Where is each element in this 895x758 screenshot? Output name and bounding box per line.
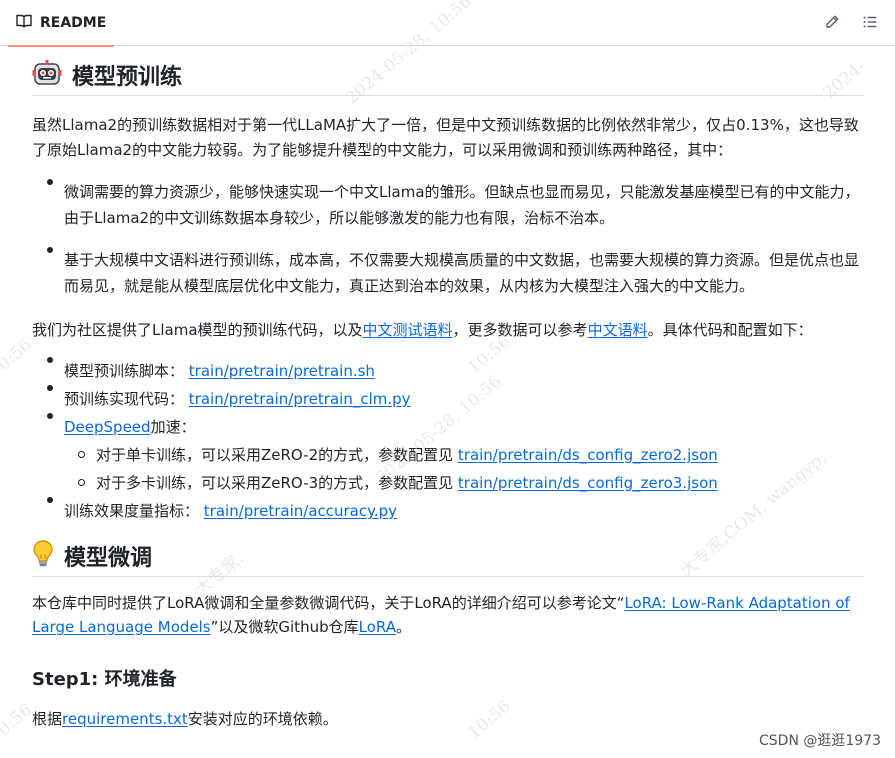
section-title: 模型微调 <box>64 545 153 571</box>
resources-text: 。具体代码和配置如下： <box>647 321 813 339</box>
chinese-corpus-link[interactable]: 中文语料 <box>588 321 648 339</box>
requirements-link[interactable]: requirements.txt <box>62 710 188 728</box>
step1-text: 根据 <box>32 710 63 728</box>
list-item: DeepSpeed加速： 对于单卡训练，可以采用ZeRO-2的方式，参数配置见 … <box>32 413 864 497</box>
readme-tab[interactable]: README <box>8 0 115 47</box>
step1-paragraph: 根据requirements.txt安装对应的环境依赖。 <box>32 707 864 732</box>
accuracy-link[interactable]: train/pretrain/accuracy.py <box>204 502 397 520</box>
code-list: 模型预训练脚本： train/pretrain/pretrain.sh 预训练实… <box>32 357 864 525</box>
csdn-credit: CSDN @逛逛1973 <box>759 733 881 749</box>
finetune-text: ”以及微软Github仓库 <box>210 618 359 636</box>
item-label: 对于多卡训练，可以采用ZeRO-3的方式，参数配置见 <box>96 474 458 492</box>
list-item: 训练效果度量指标： train/pretrain/accuracy.py <box>32 497 864 525</box>
finetune-text: 本仓库中同时提供了LoRA微调和全量参数微调代码，关于LoRA的详细介绍可以参考… <box>32 594 625 612</box>
approach-list: 微调需要的算力资源少，能够快速实现一个中文Llama的雏形。但缺点也显而易见，只… <box>32 179 864 299</box>
item-label: 加速： <box>150 418 196 436</box>
item-label: 模型预训练脚本： <box>64 362 185 380</box>
robot-face-icon <box>32 58 62 92</box>
intro-paragraph: 虽然Llama2的预训练数据相对于第一代LLaMA扩大了一倍，但是中文预训练数据… <box>32 116 859 159</box>
item-label: 训练效果度量指标： <box>64 502 200 520</box>
section-heading-pretrain: 模型预训练 <box>32 56 864 96</box>
list-item: 模型预训练脚本： train/pretrain/pretrain.sh <box>32 357 864 385</box>
list-item: 预训练实现代码： train/pretrain/pretrain_clm.py <box>32 385 864 413</box>
ds-config-zero2-link[interactable]: train/pretrain/ds_config_zero2.json <box>458 446 718 464</box>
chinese-test-corpus-link[interactable]: 中文测试语料 <box>363 321 453 339</box>
step1-heading: Step1: 环境准备 <box>32 669 177 690</box>
light-bulb-icon <box>32 539 54 573</box>
item-label: 预训练实现代码： <box>64 390 185 408</box>
pretrain-clm-link[interactable]: train/pretrain/pretrain_clm.py <box>189 390 411 408</box>
step1-text: 安装对应的环境依赖。 <box>187 710 338 728</box>
item-label: 对于单卡训练，可以采用ZeRO-2的方式，参数配置见 <box>96 446 458 464</box>
finetune-text: 。 <box>395 618 411 636</box>
list-item: 基于大规模中文语料进行预训练，成本高，不仅需要大规模高质量的中文数据，也需要大规… <box>32 247 864 299</box>
section-heading-finetune: 模型微调 <box>32 537 864 577</box>
sub-list-item: 对于单卡训练，可以采用ZeRO-2的方式，参数配置见 train/pretrai… <box>64 441 864 469</box>
outline-list-icon[interactable] <box>860 12 880 32</box>
watermark-time-bottom-left: 0:56 <box>0 700 37 740</box>
readme-tab-label: README <box>40 15 107 31</box>
lora-repo-link[interactable]: LoRA <box>359 618 396 636</box>
ds-config-zero3-link[interactable]: train/pretrain/ds_config_zero3.json <box>458 474 718 492</box>
resources-text: ，更多数据可以参考 <box>452 321 588 339</box>
resources-paragraph: 我们为社区提供了Llama模型的预训练代码，以及中文测试语料，更多数据可以参考中… <box>32 318 864 343</box>
deepspeed-sublist: 对于单卡训练，可以采用ZeRO-2的方式，参数配置见 train/pretrai… <box>64 441 864 497</box>
sub-list-item: 对于多卡训练，可以采用ZeRO-3的方式，参数配置见 train/pretrai… <box>64 469 864 497</box>
readme-content: 模型预训练 虽然Llama2的预训练数据相对于第一代LLaMA扩大了一倍，但是中… <box>32 56 864 732</box>
list-item: 微调需要的算力资源少，能够快速实现一个中文Llama的雏形。但缺点也显而易见，只… <box>32 179 864 231</box>
resources-text: 我们为社区提供了Llama模型的预训练代码，以及 <box>32 321 363 339</box>
active-tab-indicator <box>8 45 115 47</box>
watermark-time-left: 0:56 <box>0 335 37 375</box>
pretrain-sh-link[interactable]: train/pretrain/pretrain.sh <box>189 362 375 380</box>
section-title: 模型预训练 <box>72 64 183 90</box>
finetune-paragraph: 本仓库中同时提供了LoRA微调和全量参数微调代码，关于LoRA的详细介绍可以参考… <box>32 591 864 639</box>
readme-header: README <box>0 0 895 47</box>
book-icon <box>16 13 32 33</box>
deepspeed-link[interactable]: DeepSpeed <box>64 418 151 436</box>
edit-pencil-icon[interactable] <box>822 12 842 32</box>
